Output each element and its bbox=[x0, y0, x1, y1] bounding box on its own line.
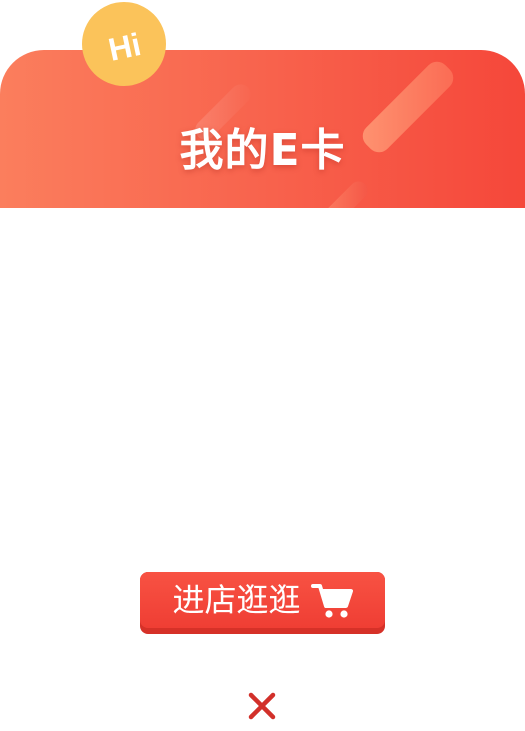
visit-store-button[interactable]: 进店逛逛 bbox=[140, 572, 385, 634]
card-content-area bbox=[0, 208, 525, 588]
visit-store-label: 进店逛逛 bbox=[172, 581, 301, 619]
hi-badge: Hi bbox=[80, 0, 172, 105]
dialog-title: 我的E卡 bbox=[179, 125, 346, 176]
e-card-dialog: Hi 我的E卡 进店逛逛 bbox=[0, 0, 525, 731]
close-icon bbox=[248, 692, 276, 720]
close-button[interactable] bbox=[246, 690, 278, 722]
shopping-cart-icon bbox=[310, 584, 353, 618]
